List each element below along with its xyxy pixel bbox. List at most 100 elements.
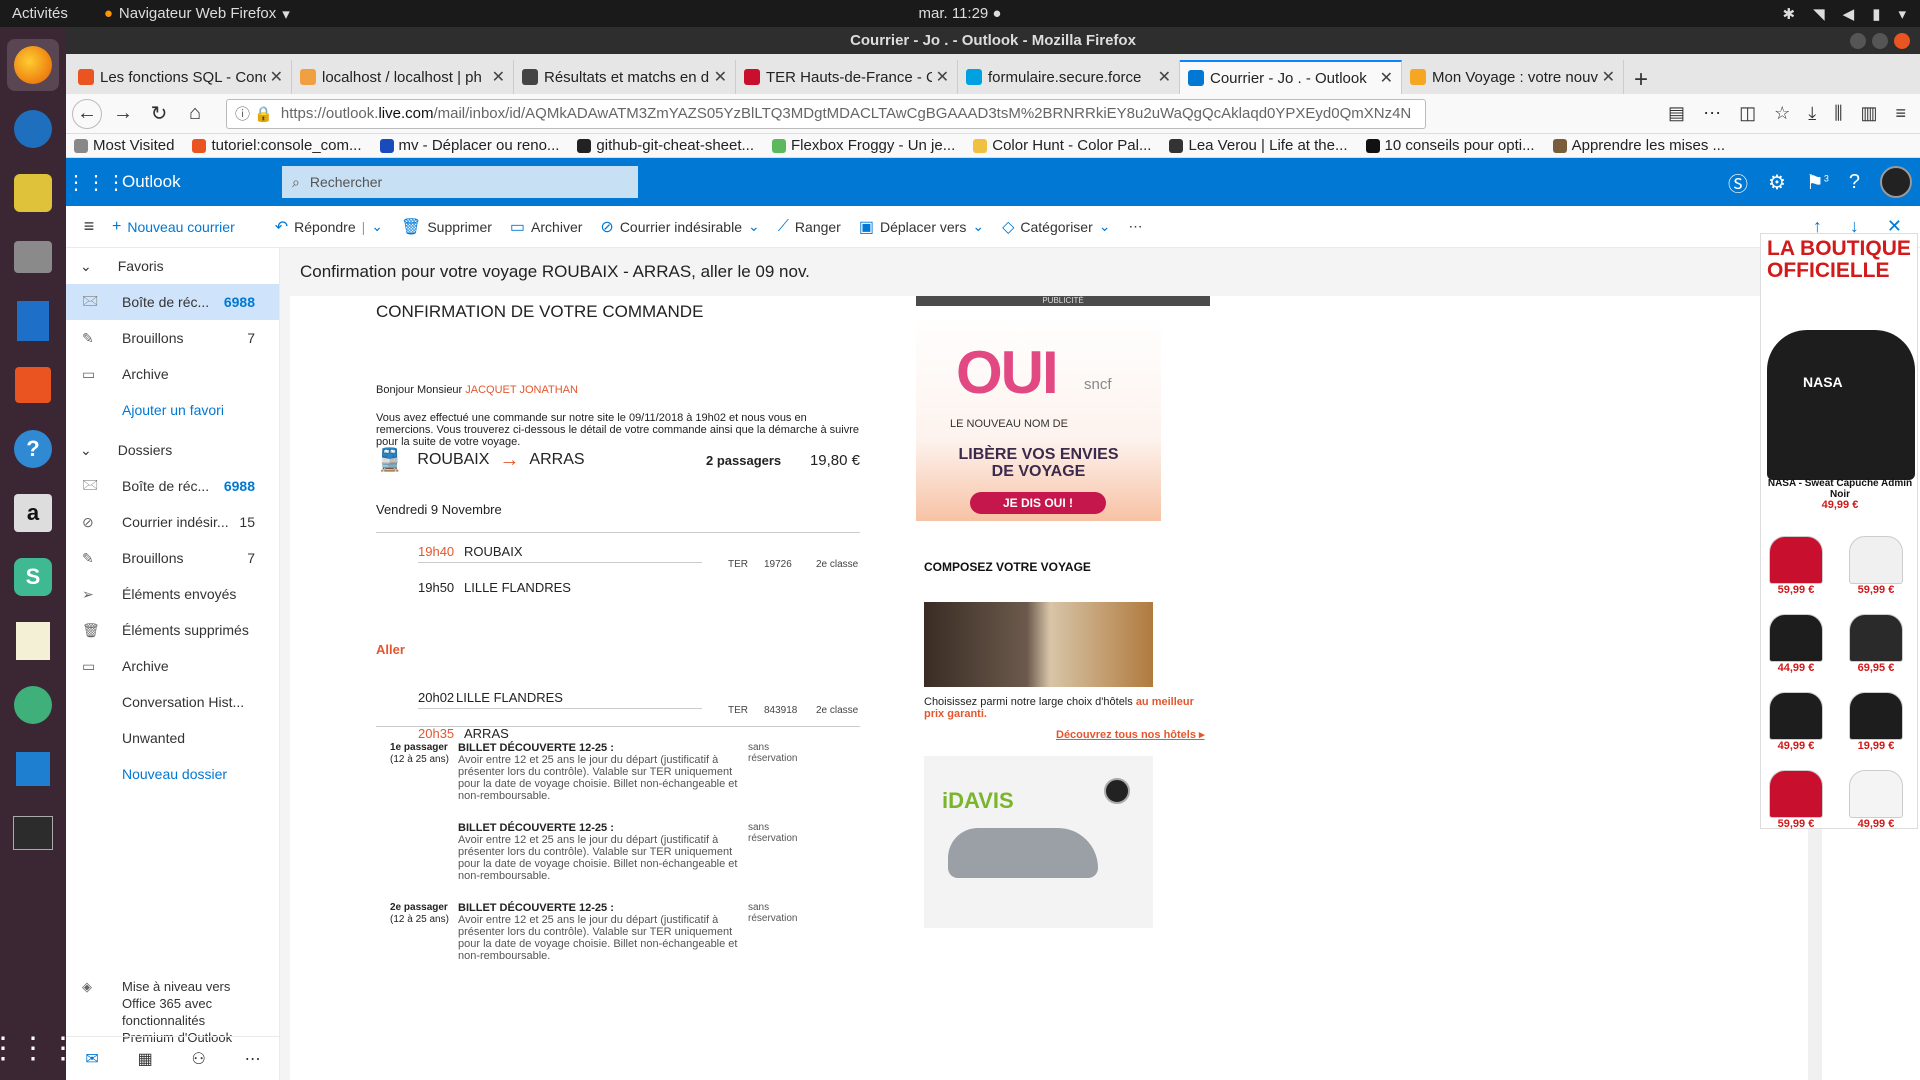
- firefox-launcher-icon[interactable]: [7, 39, 59, 91]
- chevron-down-icon[interactable]: ⌄: [371, 218, 383, 235]
- minimize-button[interactable]: [1850, 32, 1866, 49]
- close-tab-icon[interactable]: ✕: [1158, 67, 1171, 87]
- calendar-icon[interactable]: ▦: [138, 1049, 153, 1069]
- tab-6[interactable]: Courrier - Jo . - Outlook ✕: [1180, 60, 1402, 94]
- bookmark-item[interactable]: Most Visited: [74, 137, 174, 154]
- app-launcher-icon[interactable]: ⋮⋮⋮: [66, 170, 126, 195]
- outlook-brand[interactable]: Outlook: [122, 172, 282, 192]
- notifications-icon[interactable]: ⚑3: [1806, 170, 1829, 195]
- thunderbird-launcher-icon[interactable]: [7, 103, 59, 155]
- files-launcher-icon[interactable]: [7, 231, 59, 283]
- boutique-ad[interactable]: LA BOUTIQUE OFFICIELLE NASA NASA - Sweat …: [1760, 233, 1919, 830]
- text-editor-launcher-icon[interactable]: [7, 615, 59, 667]
- settings-gear-icon[interactable]: ⚙: [1768, 170, 1786, 195]
- hotels-link[interactable]: Découvrez tous nos hôtels ▸: [1056, 728, 1205, 741]
- tab-2[interactable]: localhost / localhost | ph ✕: [292, 60, 514, 94]
- rhythmbox-launcher-icon[interactable]: [7, 167, 59, 219]
- je-dis-oui-button[interactable]: JE DIS OUI !: [970, 492, 1106, 514]
- main-product-image[interactable]: NASA: [1767, 330, 1915, 480]
- delete-button[interactable]: 🗑 Supprimer: [401, 217, 492, 237]
- vscode-launcher-icon[interactable]: [7, 743, 59, 795]
- accessibility-icon[interactable]: ✱: [1783, 5, 1796, 23]
- main-product-name[interactable]: NASA - Sweat Capuche Admin Noir 49,99 €: [1761, 478, 1919, 511]
- sweep-button[interactable]: ⟋ Ranger: [778, 218, 841, 236]
- tab-3[interactable]: Résultats et matchs en d ✕: [514, 60, 736, 94]
- skype-icon[interactable]: Ⓢ: [1728, 168, 1748, 197]
- folder-item[interactable]: Unwanted: [66, 720, 279, 756]
- pocket-icon[interactable]: ◫: [1739, 103, 1756, 124]
- bookmark-item[interactable]: 10 conseils pour opti...: [1365, 137, 1535, 154]
- forward-button[interactable]: →: [108, 99, 138, 129]
- tab-5[interactable]: formulaire.secure.force ✕: [958, 60, 1180, 94]
- bookmark-item[interactable]: tutoriel:console_com...: [192, 137, 362, 154]
- back-button[interactable]: ←: [72, 98, 102, 129]
- folder-item[interactable]: ▭ Archive: [66, 648, 279, 684]
- close-tab-icon[interactable]: ✕: [714, 67, 727, 87]
- software-launcher-icon[interactable]: [7, 359, 59, 411]
- url-bar[interactable]: ⓘ 🔒 https://outlook. live.com/mail/inbox/…: [226, 98, 1426, 129]
- junk-button[interactable]: ⊘ Courrier indésirable ⌄: [600, 217, 759, 237]
- app-menu[interactable]: ● Navigateur Web Firefox ▾: [104, 5, 290, 23]
- favorites-header[interactable]: ⌄ Favoris: [66, 248, 279, 284]
- library-icon[interactable]: ⫼: [1834, 103, 1842, 124]
- hamburger-icon[interactable]: ≡: [66, 216, 112, 237]
- mail-icon[interactable]: ✉: [85, 1049, 98, 1069]
- categorize-button[interactable]: ◇ Catégoriser ⌄: [1002, 217, 1110, 237]
- bookmark-item[interactable]: Lea Verou | Life at the...: [1169, 137, 1348, 154]
- folder-item[interactable]: 🖂 Boîte de réc... 6988: [66, 284, 279, 320]
- close-tab-icon[interactable]: ✕: [1380, 68, 1393, 88]
- atom-launcher-icon[interactable]: [7, 679, 59, 731]
- downloads-icon[interactable]: ⤓: [1808, 103, 1816, 124]
- add-favorite-link[interactable]: Ajouter un favori: [66, 392, 279, 428]
- writer-launcher-icon[interactable]: [7, 295, 59, 347]
- product-thumbnail[interactable]: 59,99 €: [1769, 770, 1823, 830]
- product-thumbnail[interactable]: 59,99 €: [1769, 536, 1823, 596]
- close-tab-icon[interactable]: ✕: [492, 67, 505, 87]
- maximize-button[interactable]: [1872, 32, 1888, 49]
- oui-sncf-banner[interactable]: OUI sncf LE NOUVEAU NOM DE LIBÈRE VOS EN…: [916, 316, 1161, 521]
- new-tab-button[interactable]: +: [1624, 66, 1658, 94]
- more-actions-button[interactable]: ⋯: [1129, 218, 1143, 235]
- bookmark-item[interactable]: Apprendre les mises ...: [1552, 137, 1725, 154]
- bookmark-item[interactable]: mv - Déplacer ou reno...: [379, 137, 559, 154]
- move-button[interactable]: ▣ Déplacer vers ⌄: [859, 217, 984, 237]
- help-launcher-icon[interactable]: ?: [7, 423, 59, 475]
- bookmark-star-icon[interactable]: ☆: [1774, 103, 1790, 124]
- product-thumbnail[interactable]: 59,99 €: [1849, 536, 1903, 596]
- info-icon[interactable]: ⓘ: [235, 103, 250, 124]
- folder-item[interactable]: ➢ Éléments envoyés: [66, 576, 279, 612]
- home-button[interactable]: ⌂: [180, 99, 210, 129]
- product-thumbnail[interactable]: 49,99 €: [1769, 692, 1823, 752]
- amazon-launcher-icon[interactable]: a: [7, 487, 59, 539]
- avatar[interactable]: [1880, 166, 1912, 198]
- close-tab-icon[interactable]: ✕: [270, 67, 283, 87]
- tab-7[interactable]: Mon Voyage : votre nouv ✕: [1402, 60, 1624, 94]
- reload-button[interactable]: ↻: [144, 99, 174, 129]
- page-actions-icon[interactable]: ⋯: [1703, 103, 1721, 124]
- more-apps-icon[interactable]: ⋯: [245, 1049, 261, 1069]
- folder-item[interactable]: ✎ Brouillons 7: [66, 540, 279, 576]
- activities-button[interactable]: Activités: [12, 5, 68, 22]
- close-window-button[interactable]: [1894, 32, 1910, 49]
- folder-item[interactable]: 🖂 Boîte de réc... 6988: [66, 468, 279, 504]
- bookmark-item[interactable]: github-git-cheat-sheet...: [577, 137, 754, 154]
- slack-launcher-icon[interactable]: S: [7, 551, 59, 603]
- people-icon[interactable]: ⚇: [191, 1049, 205, 1069]
- help-icon[interactable]: ?: [1849, 171, 1860, 194]
- folder-item[interactable]: ▭ Archive: [66, 356, 279, 392]
- folder-item[interactable]: ⊘ Courrier indésir... 15: [66, 504, 279, 540]
- lock-icon[interactable]: 🔒: [254, 105, 273, 123]
- close-tab-icon[interactable]: ✕: [936, 67, 949, 87]
- terminal-launcher-icon[interactable]: [7, 807, 59, 859]
- sidebar-icon[interactable]: ▥: [1860, 103, 1877, 124]
- clock[interactable]: mar. 11:29 ●: [919, 5, 1002, 22]
- system-tray[interactable]: ✱ ◥ ◀ ▮ ▾: [1783, 5, 1906, 23]
- new-mail-button[interactable]: + Nouveau courrier: [112, 218, 235, 236]
- product-thumbnail[interactable]: 69,95 €: [1849, 614, 1903, 674]
- folder-item[interactable]: ✎ Brouillons 7: [66, 320, 279, 356]
- menu-icon[interactable]: ≡: [1895, 103, 1906, 124]
- bookmark-item[interactable]: Flexbox Froggy - Un je...: [772, 137, 955, 154]
- tab-4[interactable]: TER Hauts-de-France - Co ✕: [736, 60, 958, 94]
- archive-button[interactable]: ▭ Archiver: [510, 217, 582, 237]
- reply-button[interactable]: ↶ Répondre | ⌄: [275, 217, 383, 237]
